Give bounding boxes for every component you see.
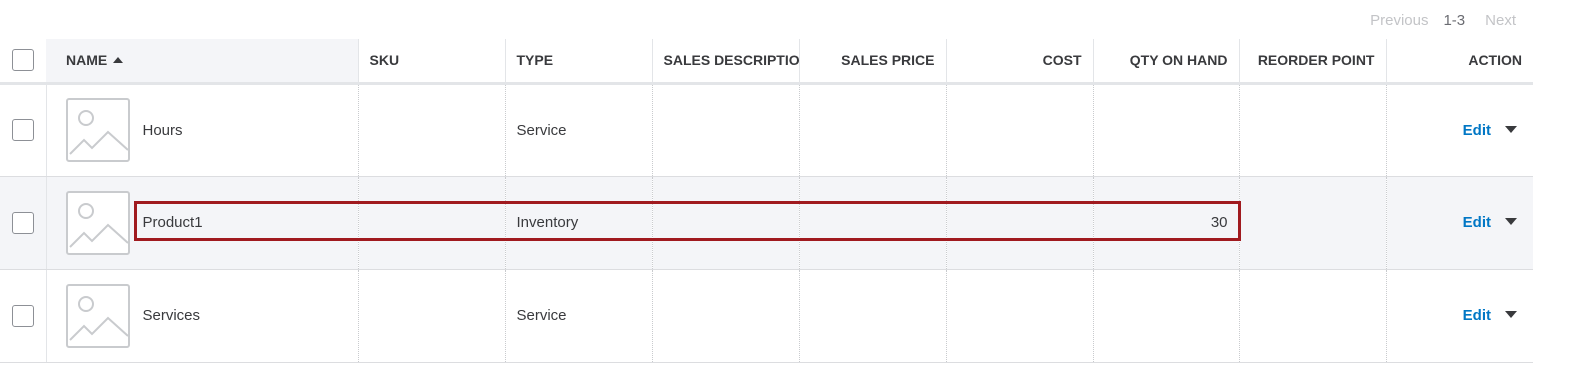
- row-checkbox[interactable]: [12, 119, 34, 141]
- table-row[interactable]: Hours Service Edit: [0, 83, 1533, 177]
- select-all-cell: [0, 39, 46, 85]
- edit-link[interactable]: Edit: [1463, 214, 1491, 231]
- qty-on-hand-cell: 30: [1093, 176, 1240, 270]
- chevron-down-icon[interactable]: [1505, 218, 1517, 225]
- name-cell: Product1: [46, 176, 359, 270]
- column-header-qty-on-hand[interactable]: QTY ON HAND: [1093, 39, 1240, 85]
- row-checkbox[interactable]: [12, 304, 34, 327]
- row-checkbox[interactable]: [12, 211, 34, 234]
- sort-ascending-icon: [113, 57, 124, 64]
- chevron-down-icon[interactable]: [1505, 125, 1517, 133]
- table-row[interactable]: Product1 Inventory 30 Edit: [0, 176, 1533, 270]
- cost-cell: [946, 83, 1094, 177]
- column-header-name[interactable]: NAME: [46, 39, 359, 85]
- page-range: 1-3: [1443, 11, 1466, 29]
- column-header-reorder-point[interactable]: REORDER POINT: [1239, 39, 1387, 85]
- type-cell: Service: [505, 269, 653, 363]
- name-cell: Services: [46, 269, 359, 363]
- table-header-row: NAME SKU TYPE SALES DESCRIPTION SALES PR…: [0, 39, 1533, 85]
- items-table: NAME SKU TYPE SALES DESCRIPTION SALES PR…: [0, 39, 1533, 363]
- cost-cell: [946, 269, 1094, 363]
- sales-price-cell: [799, 269, 947, 363]
- column-header-sales-price[interactable]: SALES PRICE: [799, 39, 947, 85]
- reorder-point-cell: [1239, 176, 1387, 270]
- edit-link[interactable]: Edit: [1463, 307, 1491, 324]
- reorder-point-cell: [1239, 83, 1387, 177]
- column-header-type[interactable]: TYPE: [505, 39, 653, 85]
- item-name[interactable]: Hours: [143, 122, 183, 139]
- sku-cell: [358, 83, 506, 177]
- item-name[interactable]: Services: [143, 307, 201, 324]
- previous-page-link[interactable]: Previous: [1370, 12, 1428, 29]
- row-select-cell: [0, 176, 47, 270]
- image-placeholder-icon: [65, 190, 130, 255]
- column-header-sku[interactable]: SKU: [358, 39, 506, 85]
- chevron-down-icon[interactable]: [1505, 311, 1517, 318]
- action-cell: Edit: [1386, 83, 1533, 177]
- column-header-sales-description[interactable]: SALES DESCRIPTION: [652, 39, 800, 85]
- action-cell: Edit: [1386, 269, 1533, 363]
- qty-on-hand-cell: [1093, 269, 1240, 363]
- sales-price-cell: [799, 83, 947, 177]
- column-header-action: ACTION: [1386, 39, 1533, 85]
- pagination: Previous 1-3 Next: [1370, 10, 1516, 30]
- sales-description-cell: [652, 83, 800, 177]
- row-select-cell: [0, 83, 47, 177]
- products-services-list: Previous 1-3 Next NAME SKU TYPE SALES DE…: [0, 0, 1569, 366]
- sales-description-cell: [652, 176, 800, 270]
- image-placeholder-icon: [65, 283, 130, 348]
- sales-price-cell: [799, 176, 947, 270]
- cost-cell: [946, 176, 1094, 270]
- qty-on-hand-cell: [1093, 83, 1240, 177]
- reorder-point-cell: [1239, 269, 1387, 363]
- type-cell: Inventory: [505, 176, 653, 270]
- action-cell: Edit: [1386, 176, 1533, 270]
- column-header-name-label: NAME: [66, 52, 108, 69]
- type-cell: Service: [505, 83, 653, 177]
- edit-link[interactable]: Edit: [1463, 122, 1491, 139]
- sku-cell: [358, 269, 506, 363]
- image-placeholder-icon: [65, 98, 130, 162]
- row-select-cell: [0, 269, 47, 363]
- sku-cell: [358, 176, 506, 270]
- column-header-cost[interactable]: COST: [946, 39, 1094, 85]
- name-cell: Hours: [46, 83, 359, 177]
- select-all-checkbox[interactable]: [12, 49, 34, 72]
- next-page-link[interactable]: Next: [1485, 12, 1516, 29]
- table-row[interactable]: Services Service Edit: [0, 269, 1533, 363]
- item-name[interactable]: Product1: [143, 214, 203, 231]
- sales-description-cell: [652, 269, 800, 363]
